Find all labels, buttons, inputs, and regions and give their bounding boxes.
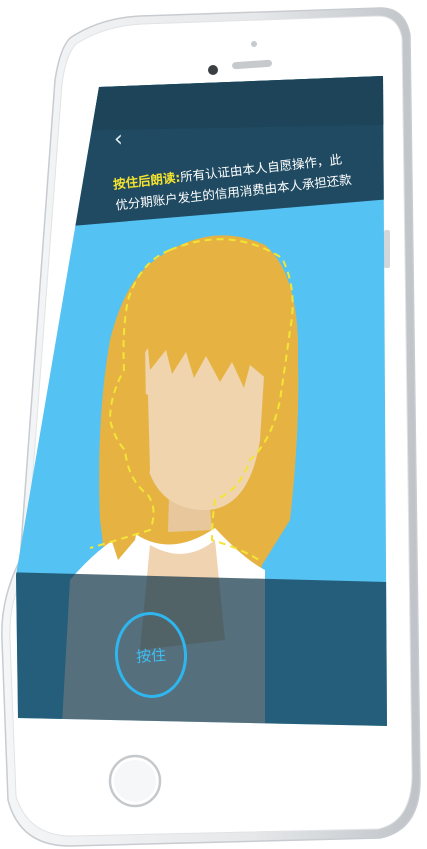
chevron-left-icon[interactable]: ‹ (114, 128, 134, 152)
home-button-icon[interactable] (108, 754, 162, 808)
front-camera (208, 65, 218, 75)
phone-mockup (0, 0, 427, 849)
hold-button-label: 按住 (135, 645, 167, 666)
